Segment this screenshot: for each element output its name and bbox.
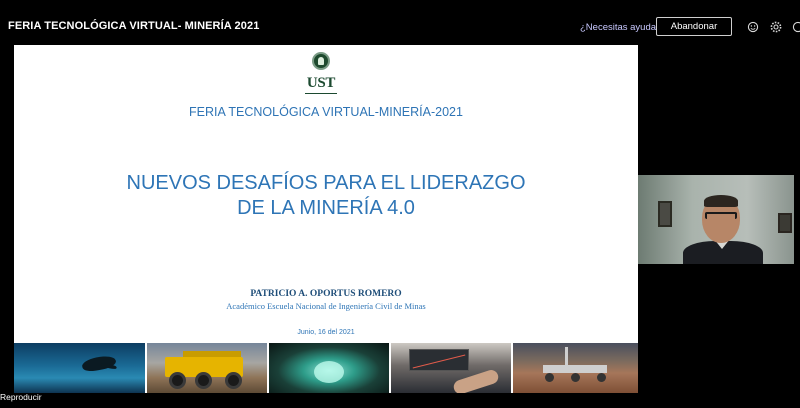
rover-wheel bbox=[571, 373, 580, 382]
top-bar: FERIA TECNOLÓGICA VIRTUAL- MINERÍA 2021 … bbox=[0, 0, 800, 44]
main-title-line1: NUEVOS DESAFÍOS PARA EL LIDERAZGO bbox=[126, 172, 526, 194]
chart-line bbox=[412, 354, 466, 369]
tunnel-light bbox=[314, 361, 344, 383]
rover-mast bbox=[565, 347, 568, 365]
turtle-shape bbox=[81, 353, 117, 374]
event-title: FERIA TECNOLÓGICA VIRTUAL- MINERÍA 2021 bbox=[8, 20, 260, 32]
presenter-webcam[interactable] bbox=[638, 175, 794, 264]
reaction-icon[interactable] bbox=[747, 20, 759, 33]
mine-tunnel-image bbox=[269, 343, 389, 393]
mining-truck-image bbox=[147, 343, 267, 393]
presentation-date: Junio, 16 del 2021 bbox=[297, 329, 355, 336]
person-hair bbox=[704, 195, 738, 207]
presenter-role: Académico Escuela Nacional de Ingeniería… bbox=[226, 301, 426, 311]
gear-icon[interactable] bbox=[770, 20, 782, 33]
rover-body bbox=[543, 365, 607, 373]
mars-rover-image bbox=[513, 343, 638, 393]
truck-wheel bbox=[195, 372, 212, 389]
main-title-line2: DE LA MINERÍA 4.0 bbox=[237, 197, 415, 219]
ocean-turtle-image bbox=[14, 343, 145, 393]
ust-logo: UST bbox=[302, 50, 342, 96]
hand-shape bbox=[451, 368, 501, 393]
main-title: NUEVOS DESAFÍOS PARA EL LIDERAZGO DE LA … bbox=[14, 171, 638, 221]
rover-wheel bbox=[597, 373, 606, 382]
info-icon[interactable] bbox=[792, 20, 800, 33]
finance-chart-image bbox=[391, 343, 511, 393]
logo-underline bbox=[305, 93, 337, 94]
leave-button[interactable]: Abandonar bbox=[656, 17, 732, 36]
glasses-icon bbox=[705, 212, 737, 219]
rover-wheel bbox=[545, 373, 554, 382]
presentation-slide: UST FERIA TECNOLÓGICA VIRTUAL-MINERÍA-20… bbox=[14, 45, 638, 393]
presenter-name: PATRICIO A. OPORTUS ROMERO bbox=[250, 289, 402, 299]
truck-wheel bbox=[225, 372, 242, 389]
wall-frame bbox=[658, 201, 672, 227]
help-link[interactable]: ¿Necesitas ayuda? bbox=[580, 22, 661, 33]
monitor-screen bbox=[409, 349, 469, 371]
wall-frame bbox=[778, 213, 792, 233]
fair-title: FERIA TECNOLÓGICA VIRTUAL-MINERÍA-2021 bbox=[189, 105, 463, 119]
logo-text: UST bbox=[306, 75, 336, 91]
play-label[interactable]: Reproducir bbox=[0, 392, 42, 402]
ust-emblem-icon bbox=[312, 52, 330, 70]
truck-wheel bbox=[169, 372, 186, 389]
